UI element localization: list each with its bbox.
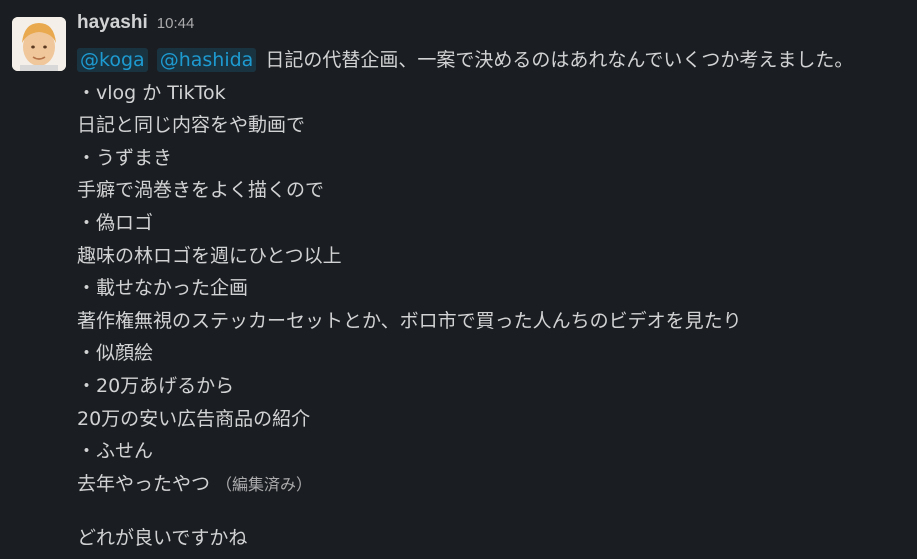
- message-line: ・載せなかった企画: [77, 277, 249, 300]
- timestamp-link[interactable]: 10:44: [157, 15, 195, 32]
- message-line: ・偽ロゴ: [77, 211, 154, 234]
- message-line: 手癖で渦巻きをよく描くので: [77, 179, 325, 202]
- message-line: ・うずまき: [77, 146, 173, 169]
- message-header: hayashi 10:44: [77, 12, 194, 42]
- message-line: ・20万あげるから: [77, 374, 235, 397]
- message-line: 著作権無視のステッカーセットとか、ボロ市で買った人んちのビデオを見たり: [77, 309, 742, 332]
- message-line: 趣味の林ロゴを週にひとつ以上: [77, 244, 342, 267]
- mention-koga[interactable]: @koga: [77, 48, 148, 72]
- chat-message: hayashi 10:44 @koga @hashida 日記の代替企画、一案で…: [0, 0, 917, 559]
- message-last-line: 去年やったやつ （編集済み）: [77, 468, 912, 501]
- message-closing-line: どれが良いですかね: [77, 527, 248, 550]
- message-line: ・ふせん: [77, 440, 154, 463]
- message-last-line-text: 去年やったやつ: [77, 472, 211, 495]
- mention-hashida[interactable]: @hashida: [156, 48, 257, 72]
- message-line: 日記と同じ内容をや動画で: [77, 114, 306, 137]
- username-link[interactable]: hayashi: [77, 12, 148, 34]
- user-avatar[interactable]: [12, 17, 66, 71]
- message-intro-text: 日記の代替企画、一案で決めるのはあれなんでいくつか考えました。: [265, 49, 854, 71]
- avatar-face-icon: [12, 17, 66, 71]
- message-line: ・vlog か TikTok: [77, 81, 226, 104]
- message-line: ・似顔絵: [77, 342, 154, 365]
- message-body: @koga @hashida 日記の代替企画、一案で決めるのはあれなんでいくつか…: [77, 44, 912, 555]
- edited-indicator: （編集済み）: [216, 474, 313, 494]
- message-line: 20万の安い広告商品の紹介: [77, 407, 311, 430]
- message-first-line: @koga @hashida 日記の代替企画、一案で決めるのはあれなんでいくつか…: [77, 44, 912, 77]
